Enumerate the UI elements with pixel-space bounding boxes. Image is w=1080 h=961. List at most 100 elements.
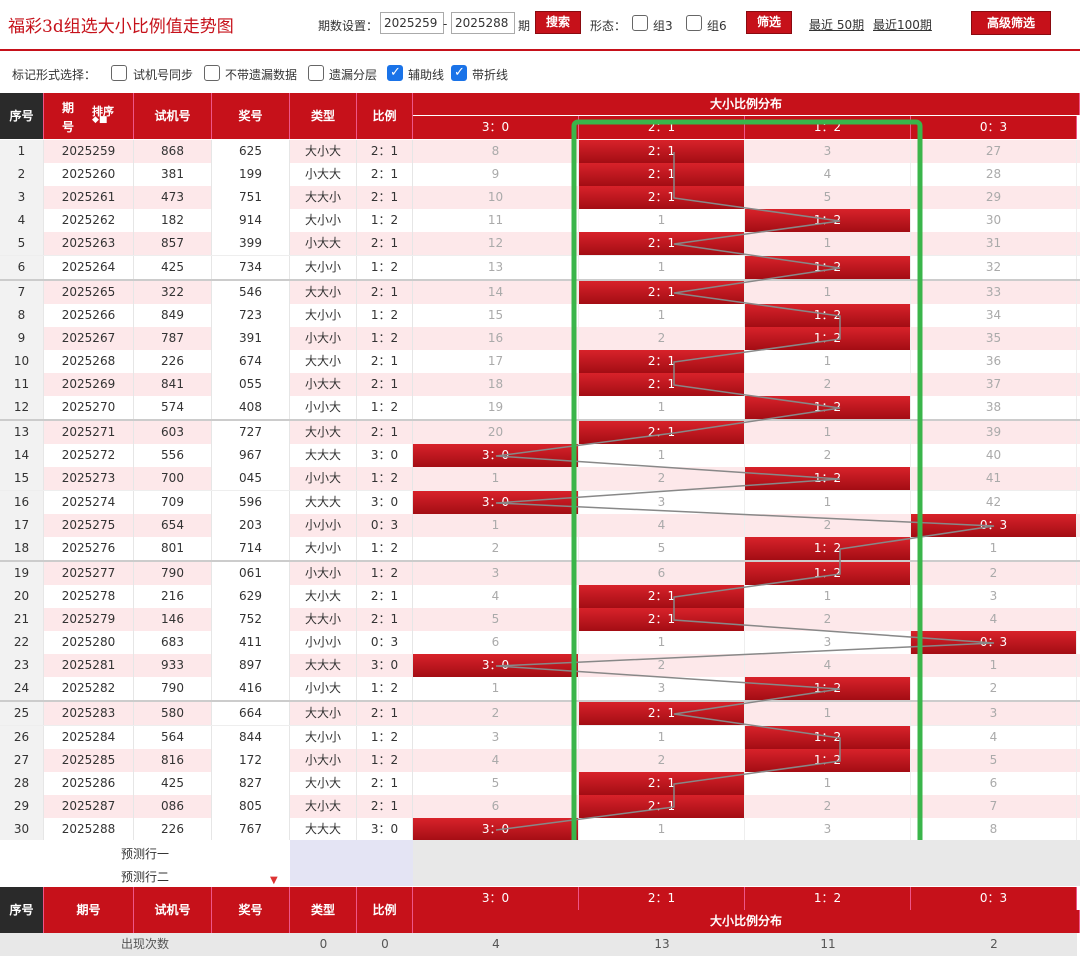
cell-issue: 2025280 bbox=[44, 631, 134, 654]
option-checkbox-aux-line[interactable] bbox=[387, 65, 403, 81]
cell-ratio: 1：2 bbox=[357, 396, 413, 419]
dist-hit-cell: 2：1 bbox=[579, 140, 745, 163]
dist-miss-cell: 39 bbox=[911, 421, 1077, 444]
dist-hit-cell: 1：2 bbox=[745, 726, 911, 749]
dist-hit-cell: 2：1 bbox=[579, 163, 745, 186]
count-label: 出现次数 bbox=[0, 933, 290, 956]
dist-hit-cell: 2：1 bbox=[579, 281, 745, 304]
filter-button[interactable]: 筛选 bbox=[746, 11, 792, 34]
cell-type: 大小大 bbox=[290, 585, 357, 608]
dist-miss-cell: 15 bbox=[413, 304, 579, 327]
dist-miss-cell: 8 bbox=[413, 140, 579, 163]
dist-miss-cell: 1 bbox=[745, 421, 911, 444]
cell-type: 小大大 bbox=[290, 373, 357, 396]
cell-trial: 564 bbox=[134, 726, 212, 749]
cell-type: 大小小 bbox=[290, 256, 357, 279]
cell-seq: 29 bbox=[0, 795, 44, 818]
cell-trial: 425 bbox=[134, 772, 212, 795]
cell-issue: 2025265 bbox=[44, 281, 134, 304]
cell-ratio: 1：2 bbox=[357, 304, 413, 327]
cell-prize: 411 bbox=[212, 631, 290, 654]
period-end-input[interactable]: 2025288 bbox=[451, 12, 515, 34]
cell-type: 大大小 bbox=[290, 608, 357, 631]
dist-miss-cell: 1 bbox=[745, 491, 911, 514]
dist-miss-cell: 1 bbox=[745, 281, 911, 304]
cell-ratio: 0：3 bbox=[357, 631, 413, 654]
option-label-trial-sync: 试机号同步 bbox=[133, 68, 194, 82]
option-checkbox-polyline[interactable] bbox=[451, 65, 467, 81]
cell-prize: 199 bbox=[212, 163, 290, 186]
cell-ratio: 1：2 bbox=[357, 327, 413, 350]
cell-trial: 787 bbox=[134, 327, 212, 350]
option-checkbox-missing-layer[interactable] bbox=[308, 65, 324, 81]
cell-trial: 816 bbox=[134, 749, 212, 772]
cell-prize: 596 bbox=[212, 491, 290, 514]
cell-seq: 16 bbox=[0, 491, 44, 514]
advanced-filter-button[interactable]: 高级筛选 bbox=[971, 11, 1051, 35]
cell-type: 大小大 bbox=[290, 421, 357, 444]
period-unit: 期 bbox=[518, 19, 531, 33]
header-prize: 奖号 bbox=[212, 93, 290, 139]
dist-hit-cell: 1：2 bbox=[745, 677, 911, 700]
option-checkbox-no-missing[interactable] bbox=[204, 65, 220, 81]
dist-miss-cell: 1 bbox=[745, 350, 911, 373]
recent-100-link[interactable]: 最近100期 bbox=[873, 16, 932, 33]
cell-seq: 14 bbox=[0, 444, 44, 467]
count-value: 13 bbox=[579, 933, 745, 956]
cell-issue: 2025276 bbox=[44, 537, 134, 560]
dist-miss-cell: 1 bbox=[911, 654, 1077, 677]
cell-type: 大大大 bbox=[290, 491, 357, 514]
cell-issue: 2025262 bbox=[44, 209, 134, 232]
cell-prize: 408 bbox=[212, 396, 290, 419]
header-issue[interactable]: 期 号 排序 ◆■ bbox=[44, 93, 134, 139]
cell-type: 大大大 bbox=[290, 654, 357, 677]
cell-issue: 2025273 bbox=[44, 467, 134, 490]
dist-miss-cell: 11 bbox=[413, 209, 579, 232]
period-dash: - bbox=[443, 17, 448, 31]
cell-type: 小小小 bbox=[290, 514, 357, 537]
cell-issue: 2025264 bbox=[44, 256, 134, 279]
dist-miss-cell: 13 bbox=[413, 256, 579, 279]
dist-miss-cell: 38 bbox=[911, 396, 1077, 419]
dist-miss-cell: 3 bbox=[579, 491, 745, 514]
cell-seq: 2 bbox=[0, 163, 44, 186]
cell-seq: 5 bbox=[0, 232, 44, 255]
cell-ratio: 2：1 bbox=[357, 186, 413, 209]
cell-type: 大小大 bbox=[290, 140, 357, 163]
dist-hit-cell: 1：2 bbox=[745, 467, 911, 490]
cell-issue: 2025261 bbox=[44, 186, 134, 209]
dist-miss-cell: 34 bbox=[911, 304, 1077, 327]
dist-miss-cell: 3 bbox=[911, 585, 1077, 608]
predict-input-area[interactable] bbox=[290, 840, 413, 886]
dist-miss-cell: 5 bbox=[911, 749, 1077, 772]
group3-checkbox[interactable] bbox=[632, 15, 648, 31]
dist-miss-cell: 2 bbox=[579, 749, 745, 772]
cell-type: 大小大 bbox=[290, 772, 357, 795]
count-value: 2 bbox=[911, 933, 1077, 956]
group6-checkbox[interactable] bbox=[686, 15, 702, 31]
cell-type: 小小小 bbox=[290, 631, 357, 654]
cell-issue: 2025281 bbox=[44, 654, 134, 677]
sort-arrows-icon[interactable]: ◆■ bbox=[92, 115, 107, 125]
group3-label: 组3 bbox=[653, 19, 673, 33]
option-checkbox-trial-sync[interactable] bbox=[111, 65, 127, 81]
search-button[interactable]: 搜索 bbox=[535, 11, 581, 34]
cell-trial: 580 bbox=[134, 702, 212, 725]
footer-header-type: 类型 bbox=[290, 887, 357, 933]
cell-prize: 664 bbox=[212, 702, 290, 725]
dist-miss-cell: 29 bbox=[911, 186, 1077, 209]
dist-col-header: 0：3 bbox=[911, 116, 1077, 139]
header-dist: 大小比例分布 bbox=[413, 93, 1080, 115]
dist-miss-cell: 3 bbox=[745, 818, 911, 841]
dist-miss-cell: 36 bbox=[911, 350, 1077, 373]
dist-miss-cell: 19 bbox=[413, 396, 579, 419]
period-start-input[interactable]: 2025259 bbox=[380, 12, 444, 34]
recent-50-link[interactable]: 最近 50期 bbox=[809, 16, 864, 33]
cell-ratio: 2：1 bbox=[357, 585, 413, 608]
dist-miss-cell: 1 bbox=[413, 677, 579, 700]
cell-prize: 674 bbox=[212, 350, 290, 373]
form-label: 形态： bbox=[590, 19, 627, 33]
dist-miss-cell: 28 bbox=[911, 163, 1077, 186]
expand-arrow-icon[interactable]: ▼ bbox=[270, 875, 278, 886]
cell-prize: 045 bbox=[212, 467, 290, 490]
